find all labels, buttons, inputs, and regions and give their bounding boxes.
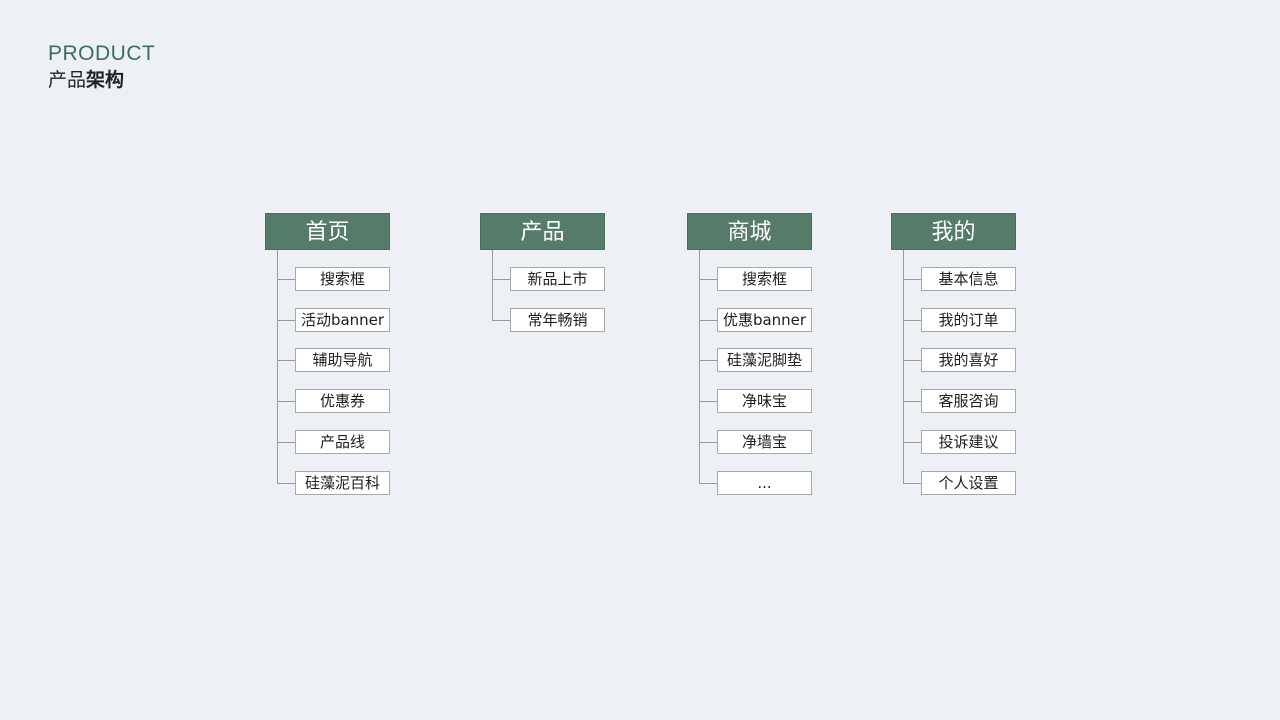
- connector-branch: [903, 360, 921, 361]
- connector-branch: [277, 401, 295, 402]
- leaf-node: 投诉建议: [921, 430, 1016, 454]
- leaf-node: 个人设置: [921, 471, 1016, 495]
- leaf-node: 搜索框: [295, 267, 390, 291]
- connector-branch: [492, 320, 510, 321]
- connector-branch: [277, 442, 295, 443]
- connector-branch: [903, 483, 921, 484]
- leaf-node: 常年畅销: [510, 308, 605, 332]
- connector-branch: [277, 320, 295, 321]
- leaf-node: 硅藻泥百科: [295, 471, 390, 495]
- header-chinese-title: 产品架构: [48, 68, 124, 92]
- column-header-mall: 商城: [687, 213, 812, 250]
- column-header-mine: 我的: [891, 213, 1016, 250]
- connector-branch: [277, 483, 295, 484]
- connector-trunk: [277, 250, 278, 483]
- connector-trunk: [903, 250, 904, 483]
- leaf-node: 优惠券: [295, 389, 390, 413]
- connector-branch: [903, 401, 921, 402]
- column-header-product: 产品: [480, 213, 605, 250]
- leaf-node: 新品上市: [510, 267, 605, 291]
- header-chinese-title-bold: 架构: [86, 69, 125, 91]
- leaf-node: 活动banner: [295, 308, 390, 332]
- connector-branch: [277, 279, 295, 280]
- leaf-node: 基本信息: [921, 267, 1016, 291]
- leaf-node: 辅助导航: [295, 348, 390, 372]
- connector-branch: [903, 279, 921, 280]
- leaf-node: ...: [717, 471, 812, 495]
- connector-trunk: [699, 250, 700, 483]
- connector-branch: [903, 442, 921, 443]
- connector-branch: [699, 483, 717, 484]
- connector-branch: [699, 320, 717, 321]
- leaf-node: 我的喜好: [921, 348, 1016, 372]
- leaf-node: 客服咨询: [921, 389, 1016, 413]
- connector-branch: [699, 360, 717, 361]
- leaf-node: 净墙宝: [717, 430, 812, 454]
- header-chinese-title-light: 产品: [48, 69, 87, 91]
- connector-branch: [699, 279, 717, 280]
- connector-trunk: [492, 250, 493, 320]
- connector-branch: [699, 442, 717, 443]
- leaf-node: 优惠banner: [717, 308, 812, 332]
- leaf-node: 产品线: [295, 430, 390, 454]
- connector-branch: [492, 279, 510, 280]
- connector-branch: [699, 401, 717, 402]
- header-english-title: PRODUCT: [48, 42, 156, 65]
- connector-branch: [277, 360, 295, 361]
- leaf-node: 搜索框: [717, 267, 812, 291]
- connector-branch: [903, 320, 921, 321]
- leaf-node: 净味宝: [717, 389, 812, 413]
- column-header-homepage: 首页: [265, 213, 390, 250]
- leaf-node: 硅藻泥脚垫: [717, 348, 812, 372]
- leaf-node: 我的订单: [921, 308, 1016, 332]
